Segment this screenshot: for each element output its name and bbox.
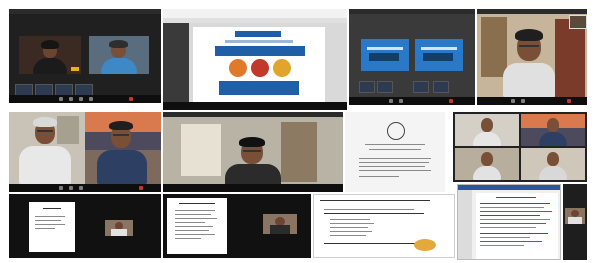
participant-video-right bbox=[85, 112, 161, 184]
thumbnail-strip-item[interactable] bbox=[377, 81, 393, 93]
name-label bbox=[71, 67, 79, 71]
poster-logo bbox=[235, 31, 281, 37]
camera-icon[interactable] bbox=[399, 99, 403, 103]
editor-with-text-document bbox=[457, 184, 561, 260]
shared-screen-presentation-slides bbox=[349, 9, 475, 105]
slide-with-webcam-thumbnail-2 bbox=[163, 194, 311, 258]
right-edge-participant bbox=[563, 184, 587, 260]
microphone-icon[interactable] bbox=[59, 97, 63, 101]
meeting-control-bar bbox=[477, 97, 587, 105]
leave-call-icon[interactable] bbox=[449, 99, 453, 103]
microphone-icon[interactable] bbox=[389, 99, 393, 103]
participant-video-3 bbox=[455, 148, 519, 180]
meeting-control-bar bbox=[9, 95, 161, 103]
editor-ribbon bbox=[458, 185, 560, 190]
share-screen-icon[interactable] bbox=[79, 97, 83, 101]
slide-thumbnail-2 bbox=[415, 39, 463, 71]
thumbnail-strip-item[interactable] bbox=[413, 81, 429, 93]
speaker-at-desk bbox=[163, 112, 343, 192]
participant-video-2 bbox=[89, 36, 149, 74]
meeting-control-bar bbox=[9, 184, 161, 192]
share-screen-icon[interactable] bbox=[79, 186, 83, 190]
decorative-drawing bbox=[414, 239, 436, 251]
camera-icon[interactable] bbox=[521, 99, 525, 103]
taskbar bbox=[163, 184, 343, 192]
slide-bulleted-text bbox=[313, 194, 455, 258]
webcam-thumbnail bbox=[565, 208, 585, 224]
window-titlebar bbox=[9, 9, 161, 14]
slide-thumbnail-1 bbox=[361, 39, 409, 71]
camera-icon[interactable] bbox=[69, 186, 73, 190]
leave-call-icon[interactable] bbox=[129, 97, 133, 101]
browser-toolbar bbox=[163, 18, 347, 23]
background-window bbox=[181, 124, 221, 176]
event-poster bbox=[193, 27, 325, 103]
participant-video-4 bbox=[521, 148, 585, 180]
poster-banner bbox=[215, 46, 305, 56]
poster-subtitle bbox=[225, 40, 293, 43]
slide-page bbox=[29, 202, 75, 252]
participant-video-1 bbox=[19, 36, 81, 74]
webcam-thumbnail bbox=[105, 220, 133, 236]
participant-video-2 bbox=[521, 114, 585, 146]
left-panel bbox=[163, 23, 189, 102]
thumbnail-strip-item[interactable] bbox=[359, 81, 375, 93]
two-participants-mountain-background bbox=[9, 112, 161, 192]
slide-page bbox=[167, 198, 227, 254]
leave-call-icon[interactable] bbox=[139, 186, 143, 190]
background-curtain bbox=[555, 19, 585, 97]
self-view-thumbnail bbox=[569, 15, 587, 29]
webcam-thumbnail bbox=[263, 214, 297, 234]
participant-man-in-office bbox=[477, 9, 587, 105]
slide-with-webcam-thumbnail-1 bbox=[9, 194, 161, 258]
background-door bbox=[281, 122, 317, 182]
video-call-grid-two-participants bbox=[9, 9, 161, 103]
four-participant-grid bbox=[453, 112, 587, 182]
participant-video-1 bbox=[455, 114, 519, 146]
editor-sidebar bbox=[458, 190, 472, 259]
speaker-badge-2 bbox=[251, 59, 269, 77]
taskbar bbox=[163, 102, 347, 110]
participants-icon[interactable] bbox=[89, 97, 93, 101]
document-with-seal bbox=[345, 112, 445, 192]
leave-call-icon[interactable] bbox=[567, 99, 571, 103]
window-titlebar bbox=[163, 112, 343, 117]
window-titlebar bbox=[349, 9, 475, 14]
editor-page bbox=[476, 193, 558, 259]
background-shelf bbox=[481, 17, 507, 77]
window-titlebar bbox=[477, 9, 587, 14]
speaker-badge-1 bbox=[229, 59, 247, 77]
shared-screen-event-poster bbox=[163, 9, 347, 110]
camera-icon[interactable] bbox=[69, 97, 73, 101]
microphone-icon[interactable] bbox=[511, 99, 515, 103]
window-titlebar bbox=[163, 9, 347, 18]
microphone-icon[interactable] bbox=[59, 186, 63, 190]
participant-video-left bbox=[9, 112, 85, 184]
document-seal bbox=[387, 122, 405, 140]
thumbnail-strip-item[interactable] bbox=[433, 81, 449, 93]
poster-footer bbox=[219, 81, 299, 95]
meeting-control-bar bbox=[349, 97, 475, 105]
speaker-badge-3 bbox=[273, 59, 291, 77]
